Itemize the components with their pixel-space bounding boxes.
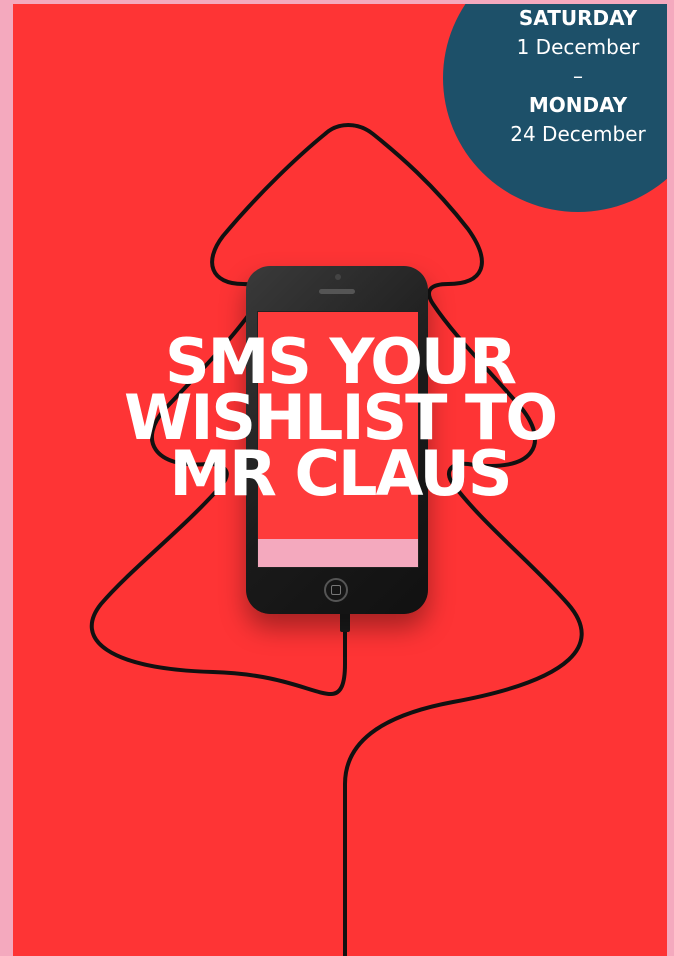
phone-speaker: [319, 289, 355, 294]
phone-camera: [335, 274, 341, 280]
headline: SMS YOUR WISHLIST TO MR CLAUS: [73, 331, 607, 510]
headline-line-3: MR CLAUS: [169, 437, 512, 510]
page-frame: SMS YOUR WISHLIST TO MR CLAUS SATURDAY 1…: [0, 0, 674, 956]
end-day: MONDAY: [528, 93, 628, 117]
home-button-icon: [324, 578, 348, 602]
date-separator: –: [573, 64, 583, 88]
end-date: 24 December: [510, 122, 646, 146]
start-day: SATURDAY: [518, 6, 638, 30]
start-date: 1 December: [516, 35, 640, 59]
poster: SMS YOUR WISHLIST TO MR CLAUS SATURDAY 1…: [13, 4, 667, 956]
date-range: SATURDAY 1 December – MONDAY 24 December: [483, 4, 667, 149]
screen-input-bar: [258, 539, 418, 567]
